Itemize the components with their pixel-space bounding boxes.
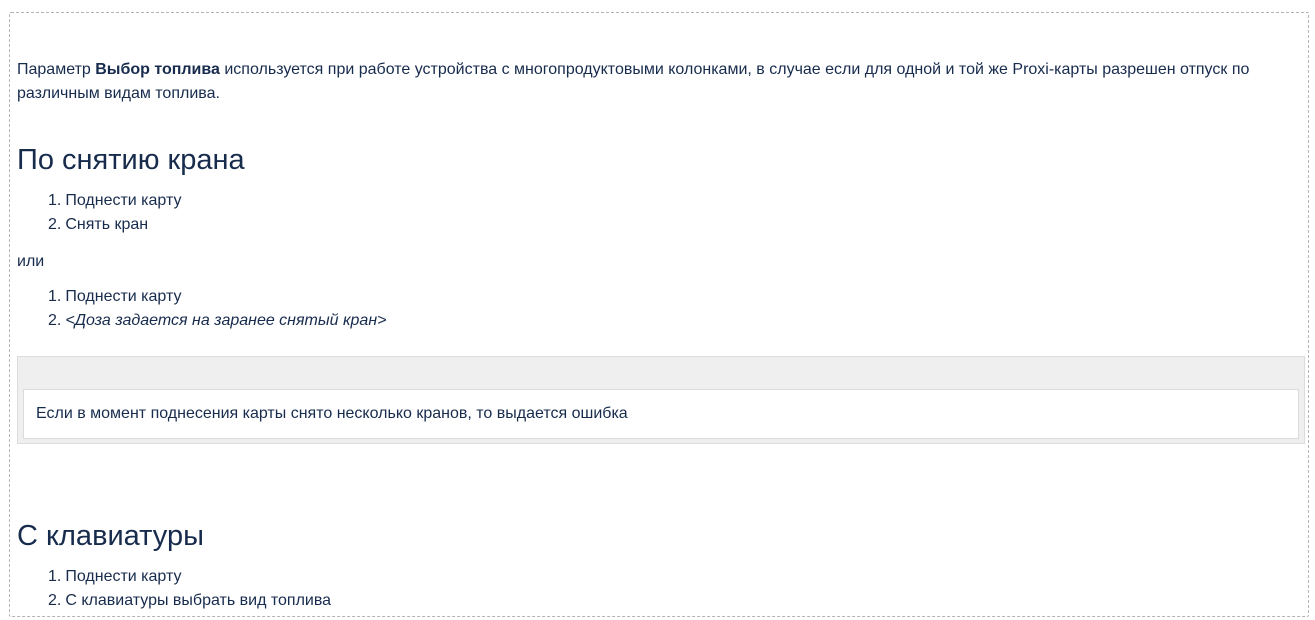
list-item-number: 1. bbox=[48, 568, 62, 585]
list-item-number: 2. bbox=[48, 592, 62, 609]
intro-paragraph: Параметр Выбор топлива используется при … bbox=[17, 58, 1307, 106]
list-item: 1. Поднести карту bbox=[48, 285, 386, 309]
list-item: 1. Поднести карту bbox=[48, 565, 331, 589]
steps-list-crane-a: 1. Поднести карту 2. Снять кран bbox=[10, 189, 181, 237]
list-item-number: 2. bbox=[48, 312, 62, 329]
intro-bold-term: Выбор топлива bbox=[95, 61, 220, 78]
list-item-number: 2. bbox=[48, 216, 62, 233]
list-item: 2. Снять кран bbox=[48, 213, 181, 237]
list-item-text: Снять кран bbox=[65, 216, 149, 233]
list-item: 2. <Доза задается на заранее снятый кран> bbox=[48, 309, 386, 333]
list-item-text: Поднести карту bbox=[65, 568, 182, 585]
note-panel-body: Если в момент поднесения карты снято нес… bbox=[23, 389, 1299, 439]
intro-text-before: Параметр bbox=[17, 61, 96, 78]
list-item-text: С клавиатуры выбрать вид топлива bbox=[65, 592, 332, 609]
list-item-text: Поднести карту bbox=[65, 288, 182, 305]
steps-list-keyboard: 1. Поднести карту 2. С клавиатуры выбрать … bbox=[10, 565, 331, 613]
heading-keyboard: С клавиатуры bbox=[17, 520, 204, 552]
content-frame: Параметр Выбор топлива используется при … bbox=[9, 12, 1309, 617]
note-panel: Если в момент поднесения карты снято нес… bbox=[17, 356, 1305, 444]
heading-crane: По снятию крана bbox=[17, 144, 245, 176]
list-item-number: 1. bbox=[48, 192, 62, 209]
steps-list-crane-b: 1. Поднести карту 2. <Доза задается на зар… bbox=[10, 285, 386, 333]
list-item-text: <Доза задается на заранее снятый кран> bbox=[65, 312, 387, 329]
list-item-number: 1. bbox=[48, 288, 62, 305]
list-item: 2. С клавиатуры выбрать вид топлива bbox=[48, 589, 331, 613]
list-item-text: Поднести карту bbox=[65, 192, 182, 209]
or-text: или bbox=[17, 253, 45, 270]
list-item: 1. Поднести карту bbox=[48, 189, 181, 213]
